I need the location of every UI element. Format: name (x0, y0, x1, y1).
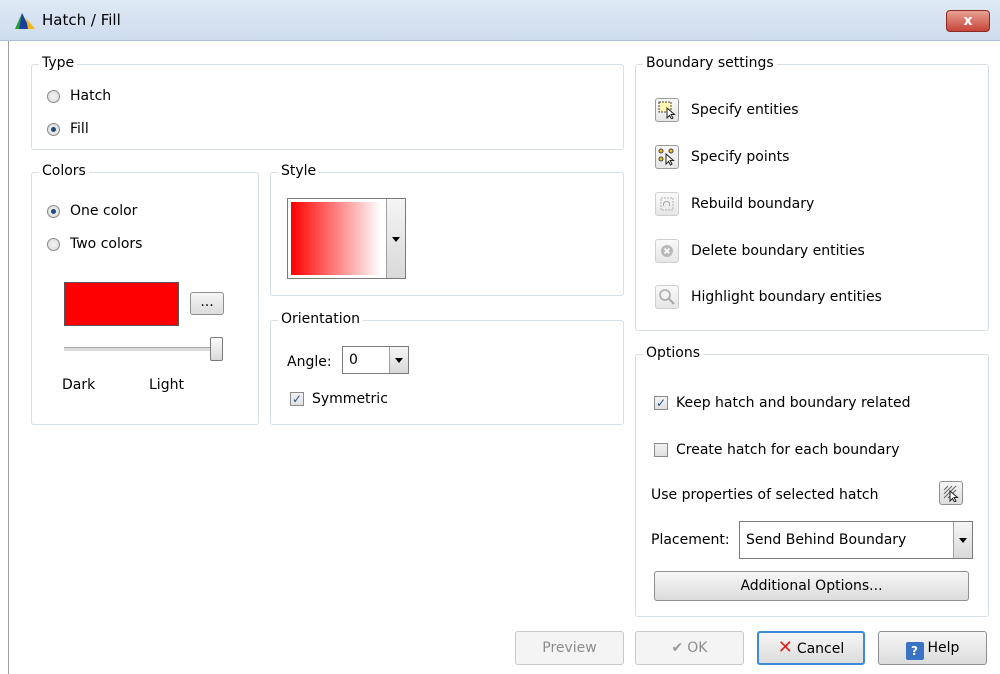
preview-label: Preview (542, 640, 597, 656)
magnifier-icon (655, 285, 679, 309)
window-title: Hatch / Fill (42, 11, 121, 29)
radio-hatch-button[interactable] (47, 89, 60, 103)
additional-options-button[interactable]: Additional Options... (654, 571, 969, 601)
ok-label: OK (687, 640, 708, 656)
app-icon (15, 13, 35, 29)
chevron-down-icon[interactable] (389, 347, 408, 373)
style-dropdown[interactable] (287, 198, 406, 279)
keep-related-label: Keep hatch and boundary related (676, 395, 911, 411)
cancel-button[interactable]: ✕ Cancel (757, 631, 865, 665)
ok-button[interactable]: ✔ OK (635, 631, 744, 665)
delete-boundary-button[interactable]: Delete boundary entities (655, 239, 865, 263)
red-x-icon: ✕ (777, 637, 793, 658)
light-label: Light (149, 377, 184, 393)
orientation-group (270, 320, 624, 425)
specify-entities-button[interactable]: Specify entities (655, 98, 799, 122)
rebuild-boundary-button[interactable]: Rebuild boundary (655, 192, 814, 216)
placement-label: Placement: (651, 532, 730, 548)
radio-two-colors-label: Two colors (70, 236, 143, 252)
radio-fill[interactable]: Fill (47, 121, 89, 137)
type-group-label: Type (39, 55, 78, 71)
angle-value: 0 (349, 352, 358, 368)
angle-label: Angle: (287, 354, 332, 370)
symmetric-label: Symmetric (312, 391, 388, 407)
radio-one-color-button[interactable] (47, 204, 60, 218)
radio-one-color-label: One color (70, 203, 138, 219)
boundary-settings-label: Boundary settings (643, 55, 777, 71)
radio-two-colors[interactable]: Two colors (47, 236, 142, 252)
help-label: Help (927, 640, 960, 656)
symmetric-check-box[interactable]: ✓ (290, 392, 304, 406)
highlight-boundary-label: Highlight boundary entities (691, 289, 882, 305)
use-properties-label: Use properties of selected hatch (651, 487, 879, 503)
title-bar[interactable]: Hatch / Fill x (0, 0, 1000, 41)
shade-slider-track[interactable] (64, 347, 223, 352)
help-button[interactable]: ? Help (878, 631, 987, 665)
keep-related-checkbox[interactable]: ✓ Keep hatch and boundary related (654, 395, 910, 411)
type-group (31, 64, 624, 150)
create-each-check-box[interactable] (654, 443, 668, 457)
dark-label: Dark (62, 377, 96, 393)
shade-slider-thumb[interactable] (210, 337, 223, 361)
style-group-label: Style (278, 163, 320, 179)
delete-boundary-icon (655, 239, 679, 263)
preview-button[interactable]: Preview (515, 631, 624, 665)
symmetric-checkbox[interactable]: ✓ Symmetric (290, 391, 388, 407)
placement-value: Send Behind Boundary (746, 532, 907, 548)
rebuild-boundary-icon (655, 192, 679, 216)
pick-hatch-icon (943, 485, 959, 503)
keep-related-check-box[interactable]: ✓ (654, 396, 668, 410)
specify-points-button[interactable]: Specify points (655, 145, 789, 169)
select-points-icon (655, 145, 679, 169)
rebuild-boundary-label: Rebuild boundary (691, 196, 815, 212)
radio-one-color[interactable]: One color (47, 203, 137, 219)
ellipsis-icon: ... (200, 294, 214, 310)
radio-fill-label: Fill (70, 121, 89, 137)
chevron-down-icon[interactable] (386, 199, 405, 278)
radio-hatch-label: Hatch (70, 88, 112, 104)
orientation-group-label: Orientation (278, 311, 364, 327)
close-button[interactable]: x (946, 10, 990, 32)
options-group-label: Options (643, 345, 704, 361)
hatch-fill-dialog: Hatch / Fill x Type Hatch Fill Colors On… (0, 0, 1000, 674)
radio-hatch[interactable]: Hatch (47, 88, 111, 104)
radio-two-colors-button[interactable] (47, 237, 60, 251)
radio-fill-button[interactable] (47, 122, 60, 136)
highlight-boundary-button[interactable]: Highlight boundary entities (655, 285, 882, 309)
color-browse-button[interactable]: ... (190, 292, 224, 315)
use-properties-button[interactable] (939, 481, 963, 505)
close-icon: x (963, 13, 973, 29)
create-each-checkbox[interactable]: Create hatch for each boundary (654, 442, 900, 458)
cancel-label: Cancel (796, 641, 845, 657)
specify-entities-label: Specify entities (691, 102, 799, 118)
gradient-preview (291, 202, 381, 275)
additional-options-label: Additional Options... (740, 578, 883, 594)
dialog-body: Type Hatch Fill Colors One color Two col… (8, 41, 1000, 674)
placement-dropdown[interactable]: Send Behind Boundary (739, 521, 973, 559)
help-icon: ? (905, 642, 924, 660)
checkmark-icon: ✔ (671, 640, 684, 656)
color-swatch[interactable] (64, 282, 179, 326)
specify-points-label: Specify points (691, 149, 790, 165)
create-each-label: Create hatch for each boundary (676, 442, 900, 458)
delete-boundary-label: Delete boundary entities (691, 243, 865, 259)
chevron-down-icon[interactable] (953, 522, 972, 558)
select-entities-icon (655, 98, 679, 122)
colors-group-label: Colors (39, 163, 89, 179)
angle-dropdown[interactable]: 0 (342, 346, 409, 374)
